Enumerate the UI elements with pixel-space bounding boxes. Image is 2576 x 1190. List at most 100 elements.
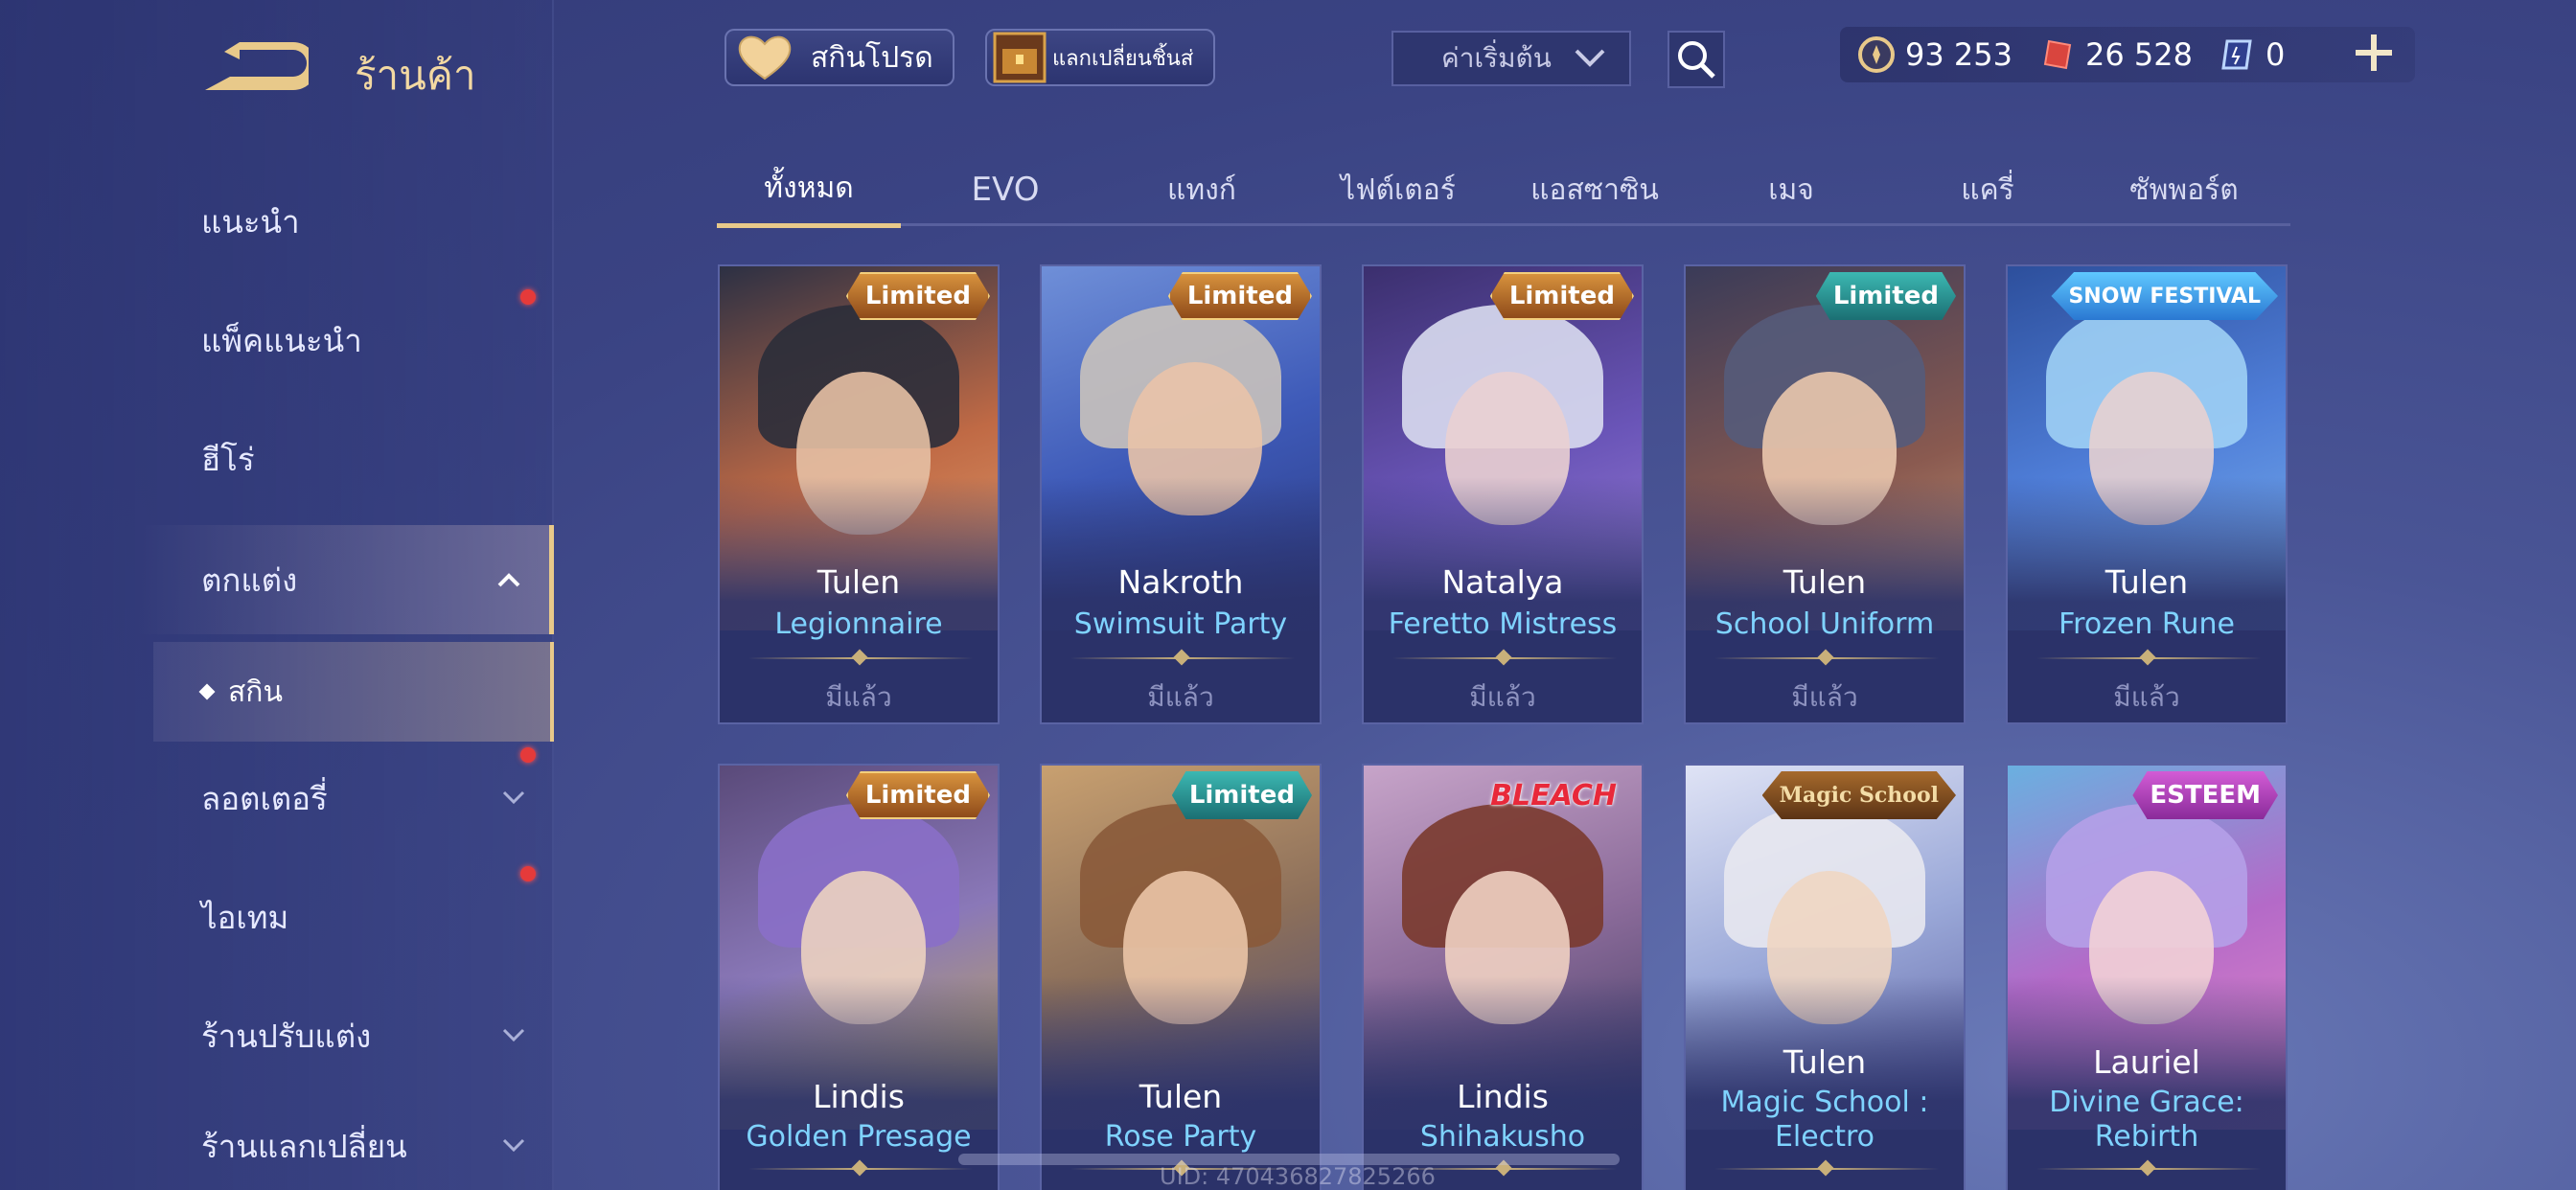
- skin-name: Rose Party: [1104, 1120, 1257, 1154]
- skin-card[interactable]: Limited Natalya Feretto Mistress มีแล้ว: [1362, 264, 1644, 724]
- owned-status: มีแล้ว: [2113, 681, 2180, 713]
- sidebar-item-label: แพ็คแนะนำ: [201, 321, 362, 359]
- sidebar-item-label: แนะนำ: [201, 202, 300, 240]
- limited-badge: Limited: [845, 771, 990, 819]
- hero-name: Lindis: [813, 1078, 905, 1115]
- owned-status: มีแล้ว: [825, 681, 892, 713]
- chevron-down-icon: [502, 1138, 525, 1153]
- sidebar-item-custom-shop[interactable]: ร้านปรับแต่ง: [0, 983, 554, 1088]
- tab-all[interactable]: ทั้งหมด: [717, 153, 901, 228]
- skin-name: Golden Presage: [746, 1120, 972, 1154]
- owned-status: มีแล้ว: [1791, 681, 1858, 713]
- skin-name: Divine Grace: Rebirth: [2049, 1086, 2244, 1154]
- snow-festival-badge: SNOW FESTIVAL: [2051, 272, 2278, 320]
- skin-card[interactable]: Magic School Tulen Magic School : Electr…: [1684, 764, 1966, 1190]
- currency-bar: 93 253 26 528 0: [1840, 27, 2415, 82]
- hero-name: Natalya: [1441, 563, 1564, 601]
- sidebar-item-lottery[interactable]: ลอตเตอรี่: [0, 745, 554, 851]
- skin-name: Magic School : Electro: [1720, 1086, 1929, 1154]
- sidebar-item-label: สกิน: [228, 675, 283, 709]
- heart-icon: [738, 35, 792, 80]
- sidebar-item-items[interactable]: ไอเทม: [0, 864, 554, 970]
- skin-card[interactable]: ESTEEM Lauriel Divine Grace: Rebirth: [2006, 764, 2288, 1190]
- sort-dropdown[interactable]: ค่าเริ่มต้น: [1392, 31, 1631, 86]
- skin-name: School Uniform: [1714, 607, 1935, 641]
- owned-status: มีแล้ว: [1147, 681, 1214, 713]
- limited-badge: Limited: [1171, 771, 1312, 819]
- tab-tank[interactable]: แทงก์: [1110, 153, 1294, 226]
- diamond-ticket-icon: [2221, 39, 2252, 70]
- skin-name: Legionnaire: [774, 607, 943, 641]
- chevron-down-icon: [502, 790, 525, 805]
- sidebar-item-label: ร้านแลกเปลี่ยน: [201, 1127, 407, 1165]
- chevron-up-icon: [497, 573, 520, 587]
- sidebar-item-packs[interactable]: แพ็คแนะนำ: [0, 287, 554, 393]
- skin-name: Shihakusho: [1419, 1120, 1586, 1154]
- sidebar-subitem-skins[interactable]: สกิน: [153, 642, 554, 742]
- chevron-down-icon: [502, 1028, 525, 1042]
- gold-amount: 93 253: [1905, 36, 2012, 73]
- sidebar-item-label: ร้านปรับแต่ง: [201, 1017, 372, 1055]
- tab-mage[interactable]: เมจ: [1699, 153, 1883, 226]
- chevron-down-icon: [1575, 49, 1605, 67]
- hero-name: Tulen: [1138, 1078, 1223, 1115]
- esteem-badge: ESTEEM: [2132, 771, 2278, 819]
- tab-assassin[interactable]: แอสซาซิน: [1503, 153, 1687, 226]
- favorites-button[interactable]: สกินโปรด: [724, 29, 954, 86]
- treasure-chest-icon: [993, 32, 1046, 83]
- sidebar-item-recommended[interactable]: แนะนำ: [0, 169, 554, 274]
- sidebar-item-heroes[interactable]: ฮีโร่: [0, 406, 554, 512]
- player-uid: UID: 470436827825266: [1160, 1163, 1436, 1190]
- diamond-amount: 0: [2265, 36, 2286, 73]
- bleach-collab-badge: BLEACH: [1490, 778, 1617, 812]
- limited-badge: Limited: [1489, 272, 1634, 320]
- search-button[interactable]: [1668, 31, 1725, 88]
- tab-carry[interactable]: แครี่: [1896, 153, 2080, 226]
- sidebar-item-label: ตกแต่ง: [201, 561, 298, 599]
- category-tabs: ทั้งหมด EVO แทงก์ ไฟต์เตอร์ แอสซาซิน เมจ…: [717, 153, 2290, 228]
- voucher-amount: 26 528: [2084, 36, 2193, 73]
- voucher-gem-icon: [2043, 39, 2072, 70]
- sidebar-item-customize[interactable]: ตกแต่ง: [0, 525, 554, 634]
- add-currency-icon[interactable]: [2350, 29, 2398, 77]
- hero-name: Lindis: [1457, 1078, 1549, 1115]
- hero-name: Tulen: [2104, 563, 2189, 601]
- tab-support[interactable]: ซัพพอร์ต: [2092, 153, 2276, 226]
- sidebar-item-exchange-shop[interactable]: ร้านแลกเปลี่ยน: [0, 1102, 554, 1190]
- bullet-icon: [198, 683, 216, 700]
- tab-evo[interactable]: EVO: [913, 153, 1097, 226]
- page-title: ร้านค้า: [355, 52, 476, 99]
- limited-badge: Limited: [1815, 272, 1956, 320]
- skin-card[interactable]: Limited Tulen Rose Party: [1040, 764, 1322, 1190]
- magic-school-badge: Magic School: [1761, 771, 1956, 819]
- hero-name: Tulen: [1782, 563, 1867, 601]
- sidebar-item-label: ไอเทม: [201, 898, 289, 936]
- back-arrow-icon[interactable]: [201, 42, 309, 96]
- exchange-label: แลกเปลี่ยนชิ้นส่: [1052, 46, 1194, 71]
- search-icon: [1678, 41, 1715, 79]
- limited-badge: Limited: [845, 272, 990, 320]
- owned-status: มีแล้ว: [1469, 681, 1536, 713]
- favorites-label: สกินโปรด: [811, 40, 933, 75]
- skin-card[interactable]: SNOW FESTIVAL Tulen Frozen Rune มีแล้ว: [2006, 264, 2288, 724]
- skin-card[interactable]: Limited Tulen Legionnaire มีแล้ว: [718, 264, 1000, 724]
- sort-selected-value: ค่าเริ่มต้น: [1441, 42, 1552, 74]
- skin-name: Feretto Mistress: [1388, 607, 1618, 641]
- exchange-pieces-button[interactable]: แลกเปลี่ยนชิ้นส่: [985, 29, 1215, 86]
- skin-card[interactable]: Limited Lindis Golden Presage: [718, 764, 1000, 1190]
- skin-card[interactable]: Limited Tulen School Uniform มีแล้ว: [1684, 264, 1966, 724]
- hero-name: Nakroth: [1117, 563, 1244, 601]
- gold-coin-icon: [1858, 36, 1895, 73]
- tab-fighter[interactable]: ไฟต์เตอร์: [1306, 153, 1490, 226]
- sidebar: ร้านค้า แนะนำ แพ็คแนะนำ ฮีโร่ ตกแต่ง สกิ…: [0, 0, 554, 1190]
- sidebar-item-label: ลอตเตอรี่: [201, 779, 328, 817]
- hero-name: Tulen: [1782, 1043, 1867, 1081]
- skin-name: Frozen Rune: [2058, 607, 2235, 641]
- skin-name: Swimsuit Party: [1073, 607, 1288, 641]
- skin-card[interactable]: Limited Nakroth Swimsuit Party มีแล้ว: [1040, 264, 1322, 724]
- skin-card[interactable]: BLEACH Lindis Shihakusho: [1362, 764, 1644, 1190]
- hero-name: Tulen: [816, 563, 901, 601]
- notification-dot: [520, 289, 536, 305]
- sidebar-item-label: ฮีโร่: [201, 440, 255, 478]
- hero-name: Lauriel: [2093, 1043, 2200, 1081]
